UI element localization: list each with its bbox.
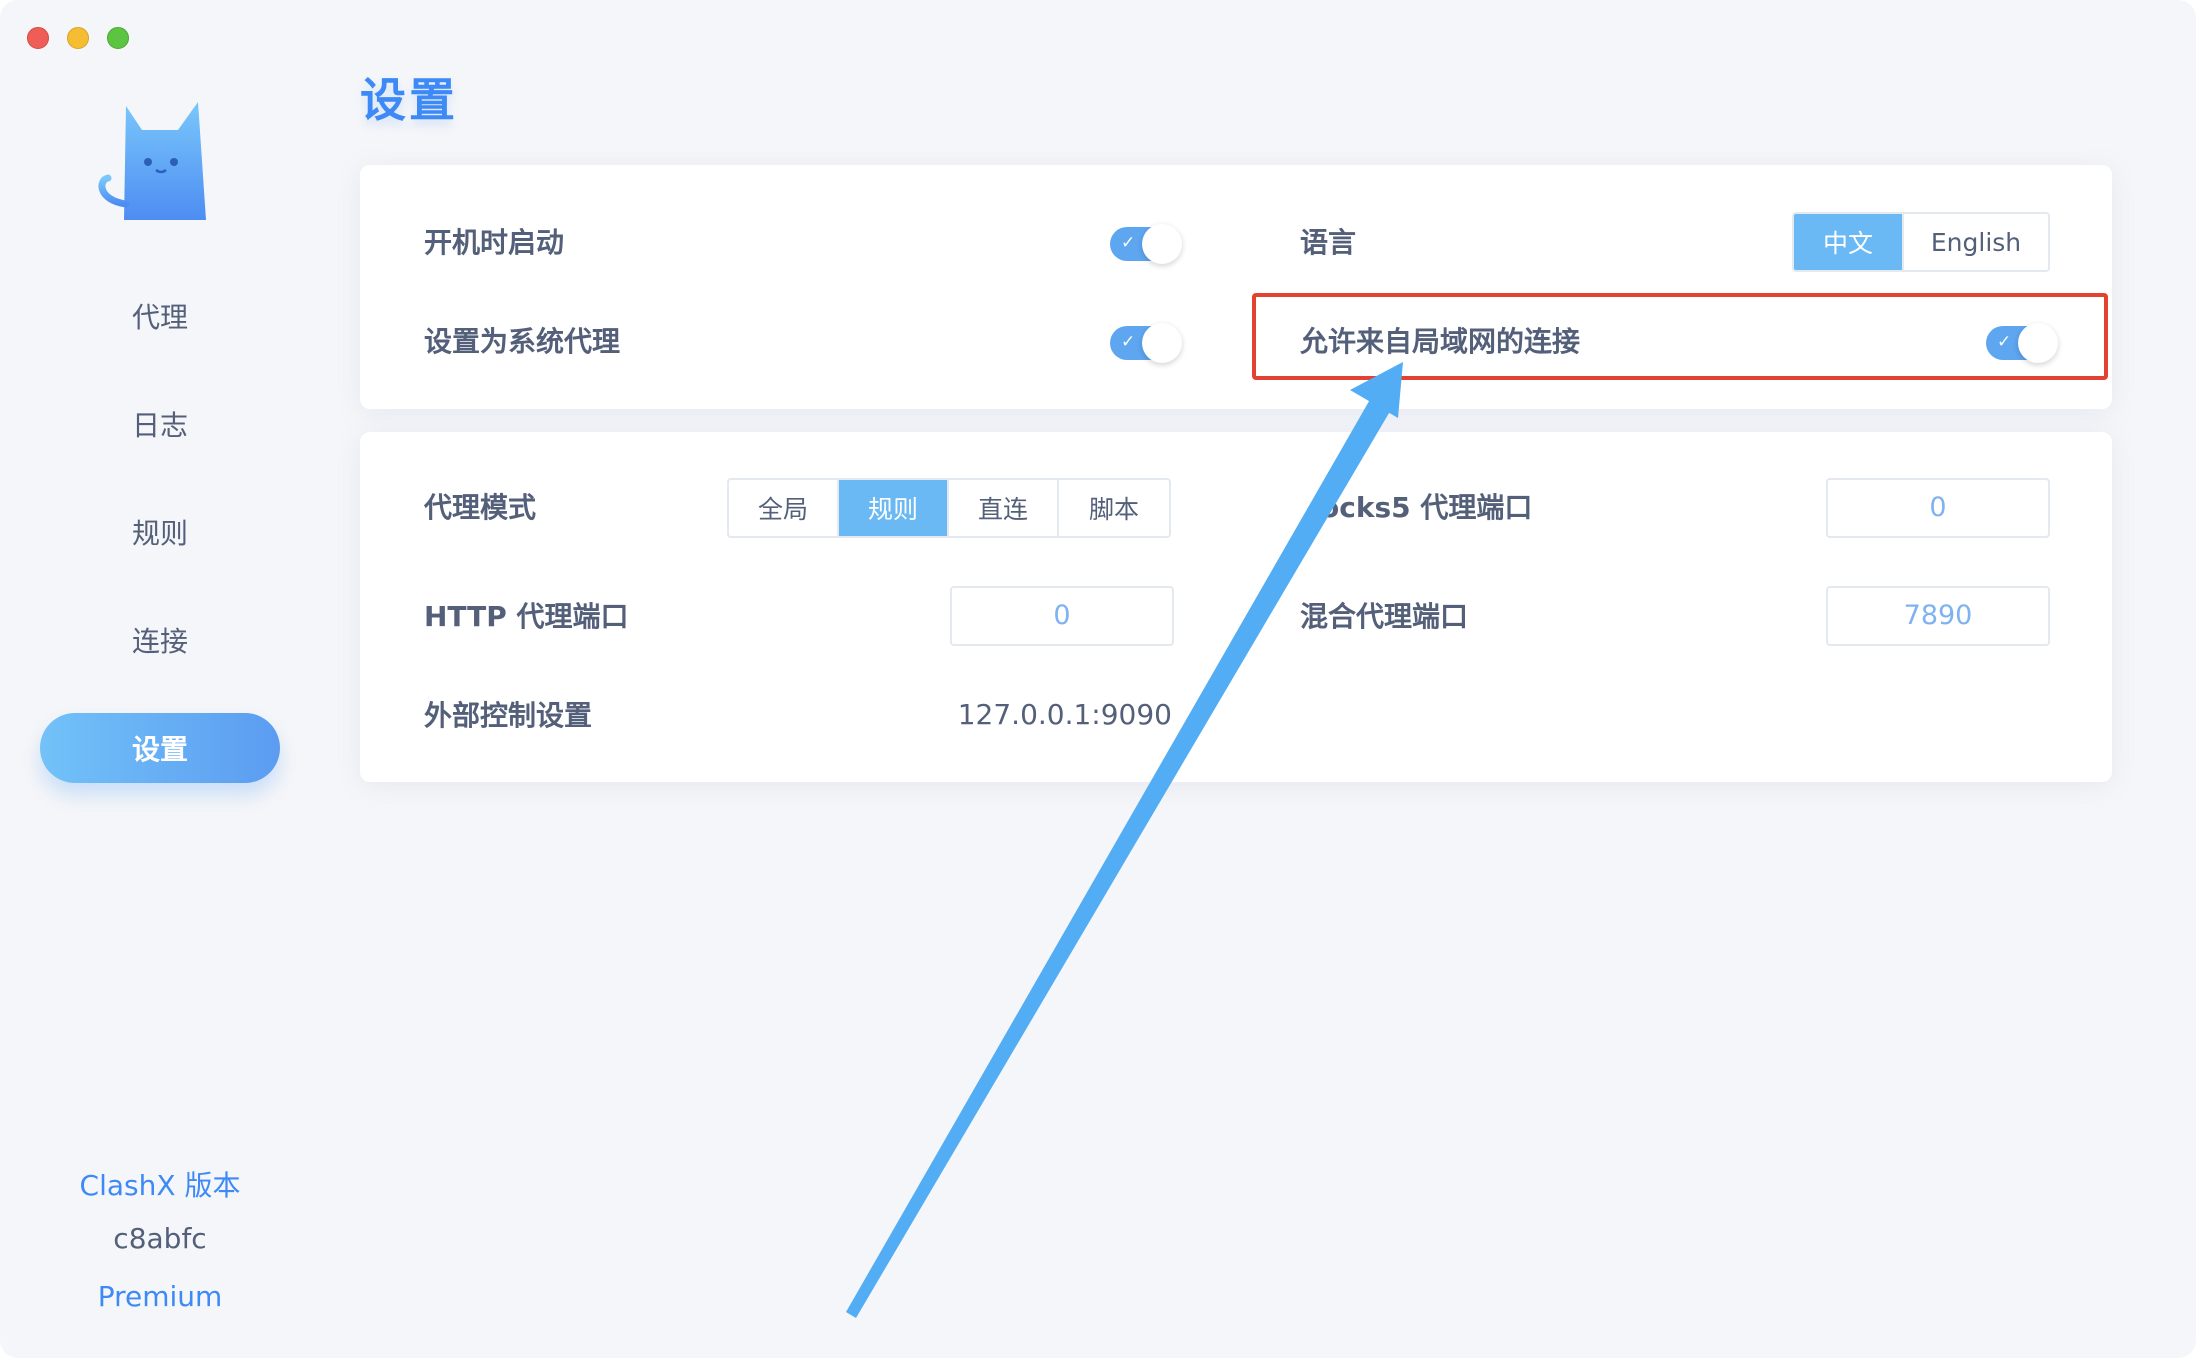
settings-window: 代理 日志 规则 连接 设置 ClashX 版本 c8abfc Premium … xyxy=(0,0,2196,1358)
general-settings-card: 开机时启动 ✓ 设置为系统代理 ✓ 语言 中文 English 允许来自局域网的… xyxy=(360,165,2112,409)
sidebar-item-label: 规则 xyxy=(131,517,188,550)
launch-at-login-label: 开机时启动 xyxy=(424,226,565,259)
sidebar-item-settings[interactable]: 设置 xyxy=(40,713,280,783)
version-hash: c8abfc xyxy=(113,1222,207,1255)
zoom-window-button[interactable] xyxy=(107,27,129,49)
sidebar-item-rules[interactable]: 规则 xyxy=(40,497,280,567)
proxy-mode-segmented-control: 全局 规则 直连 脚本 xyxy=(727,478,1171,538)
check-icon: ✓ xyxy=(1997,332,2012,352)
allow-lan-toggle[interactable]: ✓ xyxy=(1986,323,2058,363)
socks5-port-input[interactable]: 0 xyxy=(1826,478,2050,538)
toggle-knob xyxy=(2018,323,2058,363)
http-port-input[interactable]: 0 xyxy=(950,586,1174,646)
allow-lan-label: 允许来自局域网的连接 xyxy=(1300,325,1581,358)
clashx-cat-logo-icon xyxy=(98,102,206,220)
launch-at-login-toggle[interactable]: ✓ xyxy=(1110,224,1182,264)
proxy-mode-script[interactable]: 脚本 xyxy=(1059,480,1169,536)
proxy-mode-direct[interactable]: 直连 xyxy=(949,480,1059,536)
system-proxy-toggle[interactable]: ✓ xyxy=(1110,323,1182,363)
http-port-label: HTTP 代理端口 xyxy=(424,600,629,633)
close-window-button[interactable] xyxy=(27,27,49,49)
socks5-port-label: ocks5 代理端口 xyxy=(1320,491,1533,524)
sidebar-item-connections[interactable]: 连接 xyxy=(40,605,280,675)
proxy-mode-global[interactable]: 全局 xyxy=(729,480,839,536)
language-segmented-control: 中文 English xyxy=(1792,212,2050,272)
sidebar-item-label: 设置 xyxy=(131,733,188,766)
proxy-mode-rule[interactable]: 规则 xyxy=(839,480,949,536)
mixed-port-input[interactable]: 7890 xyxy=(1826,586,2050,646)
proxy-settings-card: 代理模式 全局 规则 直连 脚本 HTTP 代理端口 0 外部控制设置 127.… xyxy=(360,432,2112,782)
check-icon: ✓ xyxy=(1121,332,1136,352)
sidebar-item-label: 连接 xyxy=(131,625,188,658)
sidebar-item-label: 日志 xyxy=(131,409,188,442)
sidebar-item-logs[interactable]: 日志 xyxy=(40,389,280,459)
external-controller-value: 127.0.0.1:9090 xyxy=(957,698,1172,731)
language-option-chinese[interactable]: 中文 xyxy=(1794,214,1904,270)
version-title: ClashX 版本 xyxy=(79,1169,241,1202)
language-label: 语言 xyxy=(1300,226,1357,259)
edition-label: Premium xyxy=(97,1280,223,1313)
system-proxy-label: 设置为系统代理 xyxy=(424,325,621,358)
page-title: 设置 xyxy=(360,73,458,127)
sidebar-item-proxy[interactable]: 代理 xyxy=(40,281,280,351)
check-icon: ✓ xyxy=(1121,233,1136,253)
proxy-mode-label: 代理模式 xyxy=(424,491,537,524)
external-controller-label: 外部控制设置 xyxy=(424,699,593,732)
toggle-knob xyxy=(1142,224,1182,264)
sidebar-item-label: 代理 xyxy=(131,301,188,334)
minimize-window-button[interactable] xyxy=(67,27,89,49)
mixed-port-label: 混合代理端口 xyxy=(1300,600,1469,633)
language-option-english[interactable]: English xyxy=(1904,214,2048,270)
toggle-knob xyxy=(1142,323,1182,363)
